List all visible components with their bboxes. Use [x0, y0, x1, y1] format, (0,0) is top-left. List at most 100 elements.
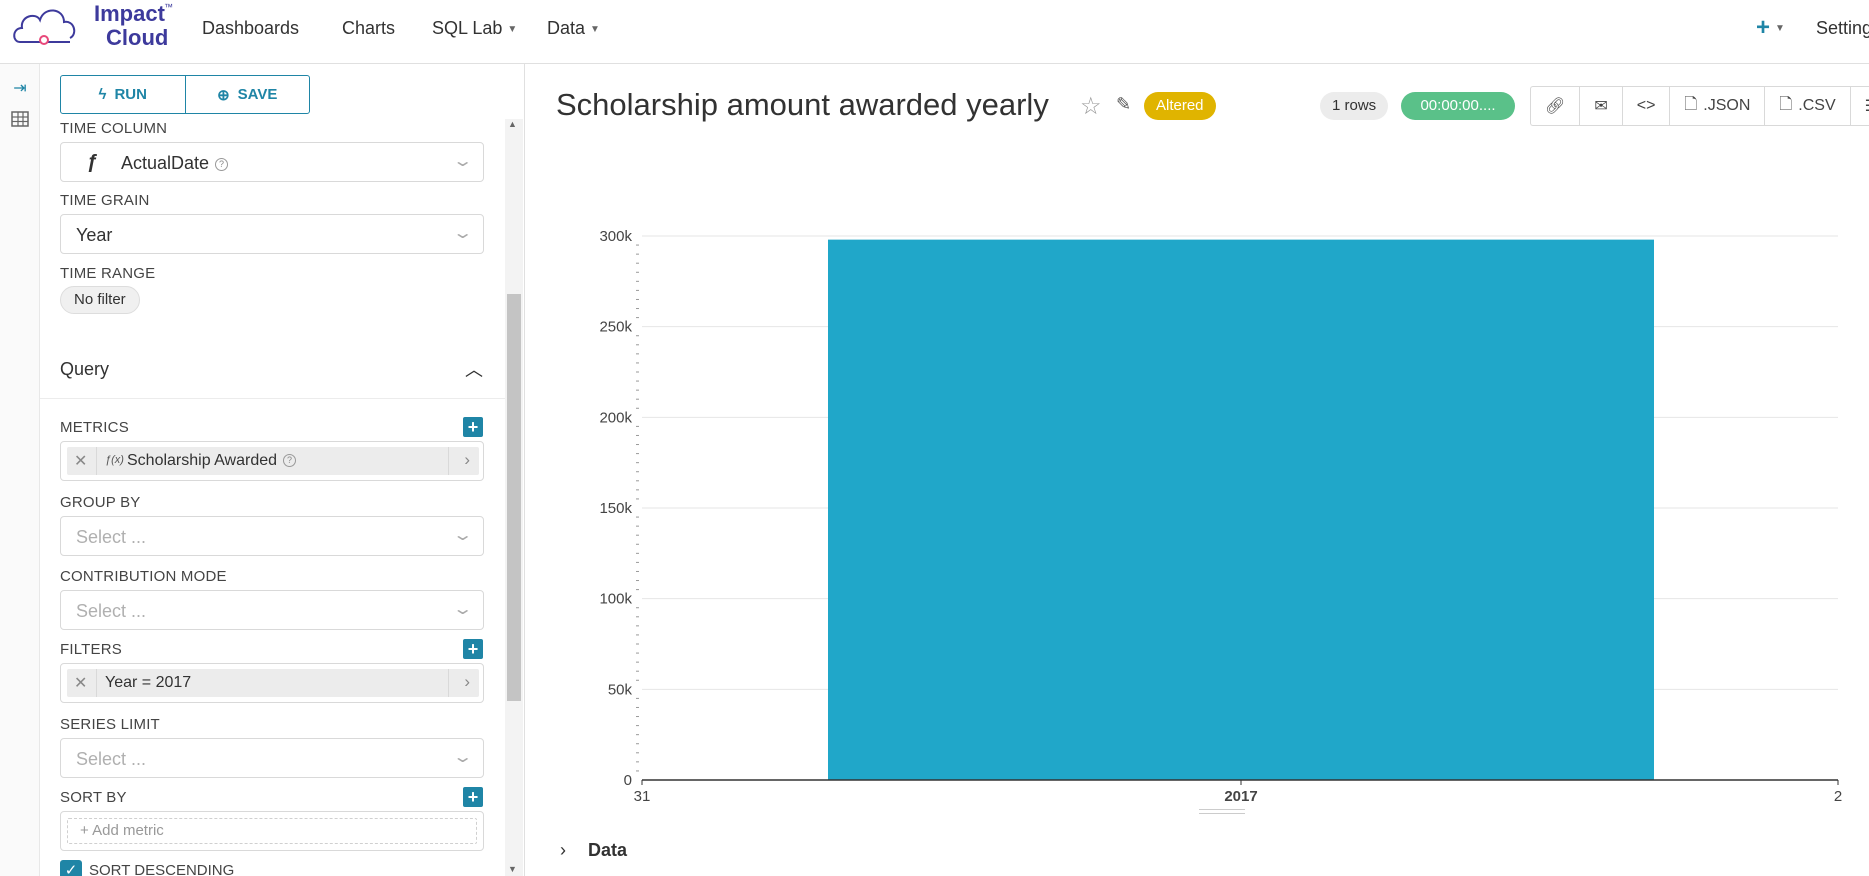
remove-metric-icon[interactable]: ✕ — [74, 451, 87, 471]
y-tick-label: 200k — [599, 409, 632, 426]
chart-main-area: Scholarship amount awarded yearly ☆ ✎ Al… — [526, 64, 1869, 876]
tag-separator — [448, 669, 449, 697]
run-button-label: RUN — [114, 86, 147, 103]
x-tick-label: 2017 — [1224, 788, 1257, 805]
sort-by-placeholder: Add metric — [92, 822, 164, 839]
group-by-select[interactable]: Select ... ⌄ — [60, 516, 484, 556]
logo-text-cloud: Cloud — [106, 25, 169, 50]
time-grain-select[interactable]: Year ⌄ — [60, 214, 484, 254]
time-range-label: TIME RANGE — [60, 265, 156, 282]
datasource-table-icon[interactable] — [10, 110, 30, 130]
add-sort-button[interactable]: + — [463, 787, 483, 807]
add-filter-button[interactable]: + — [463, 639, 483, 659]
chevron-down-icon: ▼ — [1775, 23, 1785, 35]
chevron-down-icon: ▼ — [507, 23, 518, 35]
chevron-right-icon[interactable]: › — [464, 672, 470, 692]
nav-dashboards-label: Dashboards — [202, 18, 300, 38]
filter-tag[interactable]: ✕ Year = 2017 › — [67, 669, 479, 697]
filters-field[interactable]: ✕ Year = 2017 › — [60, 663, 484, 703]
series-limit-select[interactable]: Select ... ⌄ — [60, 738, 484, 778]
nav-data[interactable]: Data ▼ — [547, 18, 600, 39]
resize-handle[interactable] — [1199, 809, 1245, 810]
chevron-down-icon: ▼ — [590, 23, 600, 35]
bar-2017 — [828, 239, 1654, 781]
add-metric-dropzone[interactable]: + Add metric — [67, 818, 477, 844]
metrics-field[interactable]: ✕ ƒ(x) Scholarship Awarded? › — [60, 441, 484, 481]
star-icon[interactable]: ☆ — [1080, 92, 1102, 121]
scroll-up-icon[interactable]: ▲ — [508, 119, 517, 129]
share-email-button[interactable]: ✉ — [1580, 87, 1623, 125]
new-item-menu[interactable]: + ▼ — [1756, 14, 1785, 42]
embed-code-button[interactable]: <> — [1623, 87, 1671, 125]
remove-filter-icon[interactable]: ✕ — [74, 673, 87, 693]
plus-circle-icon: ⊕ — [217, 86, 230, 104]
metric-tag[interactable]: ✕ ƒ(x) Scholarship Awarded? › — [67, 447, 479, 475]
run-button[interactable]: ϟ RUN — [61, 76, 185, 113]
altered-badge[interactable]: Altered — [1144, 92, 1216, 120]
nav-sql-lab[interactable]: SQL Lab ▼ — [432, 18, 517, 39]
nav-charts-label: Charts — [342, 18, 396, 38]
nav-settings[interactable]: Settings — [1816, 18, 1869, 39]
edit-icon[interactable]: ✎ — [1116, 94, 1131, 115]
metric-tag-value-text: Scholarship Awarded — [127, 452, 278, 469]
chevron-right-icon[interactable]: › — [560, 840, 566, 861]
y-tick-label: 50k — [608, 681, 633, 698]
envelope-icon: ✉ — [1594, 98, 1608, 115]
save-button-label: SAVE — [237, 86, 278, 103]
expand-panel-icon[interactable]: ⇥ — [10, 78, 30, 98]
chevron-up-icon[interactable]: ︿ — [465, 356, 483, 382]
section-divider — [40, 398, 505, 399]
chevron-down-icon: ⌄ — [451, 527, 474, 544]
logo-trademark: ™ — [164, 2, 173, 12]
export-csv-label: .CSV — [1798, 97, 1836, 114]
chart-toolbar: 🔗︎ ✉ <> 🗋 .JSON 🗋 .CSV ☰ — [1530, 86, 1869, 126]
time-grain-label: TIME GRAIN — [60, 192, 150, 209]
nav-dashboards[interactable]: Dashboards — [202, 18, 299, 39]
panel-scrollbar-thumb[interactable] — [507, 294, 521, 701]
bar-chart: 0 50k 100k 150k 200k 250k 300k 31 2017 2 — [599, 228, 1842, 805]
y-tick-label: 250k — [599, 319, 632, 336]
sort-descending-checkbox[interactable]: ✓ — [60, 860, 82, 876]
contribution-mode-label: CONTRIBUTION MODE — [60, 568, 227, 585]
data-section-title[interactable]: Data — [588, 840, 627, 861]
time-range-filter-pill[interactable]: No filter — [60, 286, 140, 314]
run-save-button-group: ϟ RUN ⊕ SAVE — [60, 75, 310, 114]
save-button[interactable]: ⊕ SAVE — [184, 76, 310, 113]
export-csv-button[interactable]: 🗋 .CSV — [1765, 87, 1851, 125]
chevron-down-icon: ⌄ — [451, 749, 474, 766]
file-csv-icon: 🗋 — [1779, 95, 1793, 113]
export-json-button[interactable]: 🗋 .JSON — [1670, 87, 1766, 125]
y-tick-label: 150k — [599, 500, 632, 517]
series-limit-placeholder: Select ... — [76, 749, 147, 769]
add-metric-button[interactable]: + — [463, 417, 483, 437]
time-column-select[interactable]: ƒ ActualDate? ⌄ — [60, 142, 484, 182]
tag-separator — [96, 447, 97, 475]
more-menu-button[interactable]: ☰ — [1851, 87, 1869, 125]
plus-icon: + — [1756, 14, 1771, 41]
nav-sql-lab-label: SQL Lab — [432, 18, 503, 38]
resize-handle[interactable] — [1199, 813, 1245, 814]
nav-data-label: Data — [547, 18, 586, 38]
function-icon: ƒ — [87, 151, 99, 173]
group-by-label: GROUP BY — [60, 494, 141, 511]
help-icon: ? — [283, 454, 297, 468]
copy-link-button[interactable]: 🔗︎ — [1531, 87, 1581, 125]
sort-by-field[interactable]: + Add metric — [60, 811, 484, 851]
metric-tag-value: Scholarship Awarded? — [127, 452, 297, 470]
help-icon: ? — [215, 157, 229, 171]
filters-label: FILTERS — [60, 641, 122, 658]
row-count-badge: 1 rows — [1320, 92, 1389, 120]
tag-separator — [448, 447, 449, 475]
chevron-right-icon[interactable]: › — [464, 450, 470, 470]
nav-charts[interactable]: Charts — [342, 18, 395, 39]
scroll-down-icon[interactable]: ▼ — [508, 864, 517, 874]
query-section-title[interactable]: Query — [60, 359, 109, 380]
contribution-mode-select[interactable]: Select ... ⌄ — [60, 590, 484, 630]
chart-title[interactable]: Scholarship amount awarded yearly — [556, 87, 1049, 123]
bolt-icon: ϟ — [98, 86, 107, 103]
sort-by-label: SORT BY — [60, 789, 127, 806]
x-tick-label: 2 — [1834, 788, 1842, 805]
series-limit-label: SERIES LIMIT — [60, 716, 160, 733]
filter-tag-value: Year = 2017 — [105, 674, 192, 691]
impact-cloud-logo[interactable]: Impact ™ Cloud — [10, 0, 180, 56]
